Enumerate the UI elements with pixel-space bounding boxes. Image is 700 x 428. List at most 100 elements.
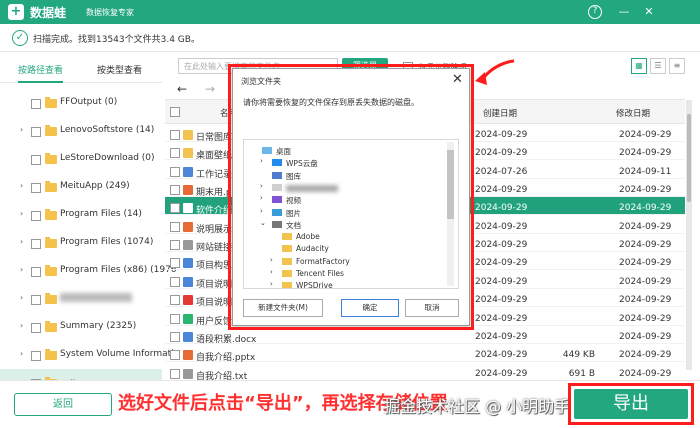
tree-checkbox[interactable] [31, 155, 41, 165]
scan-status-bar: ✓ 扫描完成。找到13543个文件共3.4 GB。 [0, 24, 700, 52]
sidebar-item-2[interactable]: › LenovoSoftstore (14) [0, 117, 162, 145]
file-type-icon [183, 240, 193, 251]
tree-checkbox[interactable] [31, 99, 41, 109]
file-checkbox[interactable] [170, 368, 180, 379]
forward-arrow-icon[interactable]: → [205, 82, 215, 96]
tab-type-view[interactable]: 按类型查看 [97, 63, 142, 76]
file-row[interactable]: 自我介绍.pptx 449 KB 2024-09-29 2024-09-29 [165, 344, 685, 363]
file-type-icon [183, 166, 193, 177]
created-date: 2024-09-29 [475, 258, 528, 269]
file-name: 用户反馈 [196, 316, 233, 327]
expand-arrow-icon[interactable]: › [20, 349, 23, 358]
created-date: 2024-09-29 [475, 240, 528, 251]
file-type-icon [183, 203, 193, 214]
file-name: 桌面壁纸 [196, 151, 233, 162]
blurred-folder-label [60, 293, 132, 302]
file-checkbox[interactable] [170, 166, 180, 177]
list-view-icon[interactable]: ☰ [650, 58, 666, 74]
detail-view-icon[interactable]: ≡ [669, 58, 685, 74]
folder-icon [45, 237, 57, 248]
file-checkbox[interactable] [170, 221, 180, 232]
tree-checkbox[interactable] [31, 211, 41, 221]
file-checkbox[interactable] [170, 313, 180, 324]
minimize-icon[interactable]: — [615, 3, 633, 21]
file-name: 语段积累.docx [196, 334, 257, 345]
expand-arrow-icon[interactable]: › [20, 181, 23, 190]
sidebar-item-label: Program Files (1074) [60, 237, 154, 247]
expand-arrow-icon[interactable]: › [20, 209, 23, 218]
expand-arrow-icon[interactable]: › [20, 293, 23, 302]
file-checkbox[interactable] [170, 203, 180, 214]
expand-arrow-icon[interactable]: › [20, 321, 23, 330]
sidebar-item-10[interactable]: › System Volume Informati [0, 341, 174, 369]
folder-icon [45, 209, 57, 220]
modified-date: 2024-09-29 [619, 203, 672, 214]
close-icon[interactable]: ✕ [640, 3, 658, 21]
modified-date: 2024-09-29 [619, 258, 672, 269]
sidebar-item-label: MeituApp (249) [60, 181, 130, 191]
created-column-header[interactable]: 创建日期 [483, 107, 517, 119]
file-row[interactable]: 自我介绍.txt 691 B 2024-09-29 2024-09-29 [165, 363, 685, 382]
sidebar-item-1[interactable]: FFOutput (0) [0, 89, 162, 117]
created-date: 2024-09-29 [475, 313, 528, 324]
tree-checkbox[interactable] [31, 267, 41, 277]
file-type-icon [183, 148, 193, 159]
scrollbar-thumb[interactable] [687, 114, 691, 202]
modified-date: 2024-09-29 [619, 221, 672, 232]
tree-checkbox[interactable] [31, 295, 41, 305]
select-all-checkbox[interactable] [170, 107, 180, 117]
grid-view-icon[interactable]: ▦ [631, 58, 647, 74]
file-checkbox[interactable] [170, 240, 180, 251]
file-name: 项目说明 [196, 279, 233, 290]
back-arrow-icon[interactable]: ← [177, 82, 187, 96]
back-button[interactable]: 返回 [14, 393, 112, 416]
file-checkbox[interactable] [170, 258, 180, 269]
app-titlebar: + 数据蛙 数据恢复专家 ? — ✕ [0, 0, 700, 24]
file-checkbox[interactable] [170, 185, 180, 196]
tab-path-view[interactable]: 按路径查看 [18, 63, 64, 83]
folder-icon [45, 321, 57, 332]
expand-arrow-icon[interactable]: › [20, 237, 23, 246]
sidebar-item-5[interactable]: › Program Files (14) [0, 201, 162, 229]
tree-checkbox[interactable] [31, 183, 41, 193]
expand-arrow-icon[interactable]: › [20, 125, 23, 134]
modified-date: 2024-09-11 [619, 166, 672, 177]
help-icon[interactable]: ? [588, 5, 602, 19]
file-checkbox[interactable] [170, 276, 180, 287]
file-checkbox[interactable] [170, 331, 180, 342]
modified-date: 2024-09-29 [619, 276, 672, 287]
modified-date: 2024-09-29 [619, 185, 672, 196]
file-type-icon [183, 185, 193, 196]
tree-checkbox[interactable] [31, 323, 41, 333]
sidebar-item-6[interactable]: › Program Files (1074) [0, 229, 162, 257]
sidebar-item-8[interactable]: › [0, 285, 162, 313]
file-checkbox[interactable] [170, 148, 180, 159]
sidebar-item-label: LenovoSoftstore (14) [60, 125, 155, 135]
file-type-icon [183, 331, 193, 342]
sidebar-item-3[interactable]: LeStoreDownload (0) [0, 145, 162, 173]
expand-arrow-icon[interactable]: › [20, 265, 23, 274]
modified-date: 2024-09-29 [619, 148, 672, 159]
file-checkbox[interactable] [170, 130, 180, 140]
file-name: 日常图库 [196, 133, 233, 143]
created-date: 2024-09-29 [475, 368, 528, 379]
tree-checkbox[interactable] [31, 239, 41, 249]
sidebar-item-7[interactable]: › Program Files (x86) (1976 [0, 257, 177, 285]
check-circle-icon: ✓ [12, 30, 28, 46]
folder-icon [45, 125, 57, 136]
modified-column-header[interactable]: 修改日期 [616, 107, 650, 119]
folder-icon [45, 349, 57, 360]
tree-checkbox[interactable] [31, 127, 41, 137]
sidebar-item-label: LeStoreDownload (0) [60, 153, 155, 163]
tree-checkbox[interactable] [31, 351, 41, 361]
file-size: 449 KB [562, 350, 595, 361]
sidebar-item-label: FFOutput (0) [60, 97, 118, 107]
modified-date: 2024-09-29 [619, 130, 672, 140]
file-checkbox[interactable] [170, 295, 180, 306]
file-checkbox[interactable] [170, 350, 180, 361]
file-table-scrollbar[interactable] [686, 100, 692, 370]
created-date: 2024-09-29 [475, 295, 528, 306]
sidebar-item-label: Program Files (14) [60, 209, 142, 219]
sidebar-item-4[interactable]: › MeituApp (249) [0, 173, 162, 201]
sidebar-item-9[interactable]: › Summary (2325) [0, 313, 162, 341]
